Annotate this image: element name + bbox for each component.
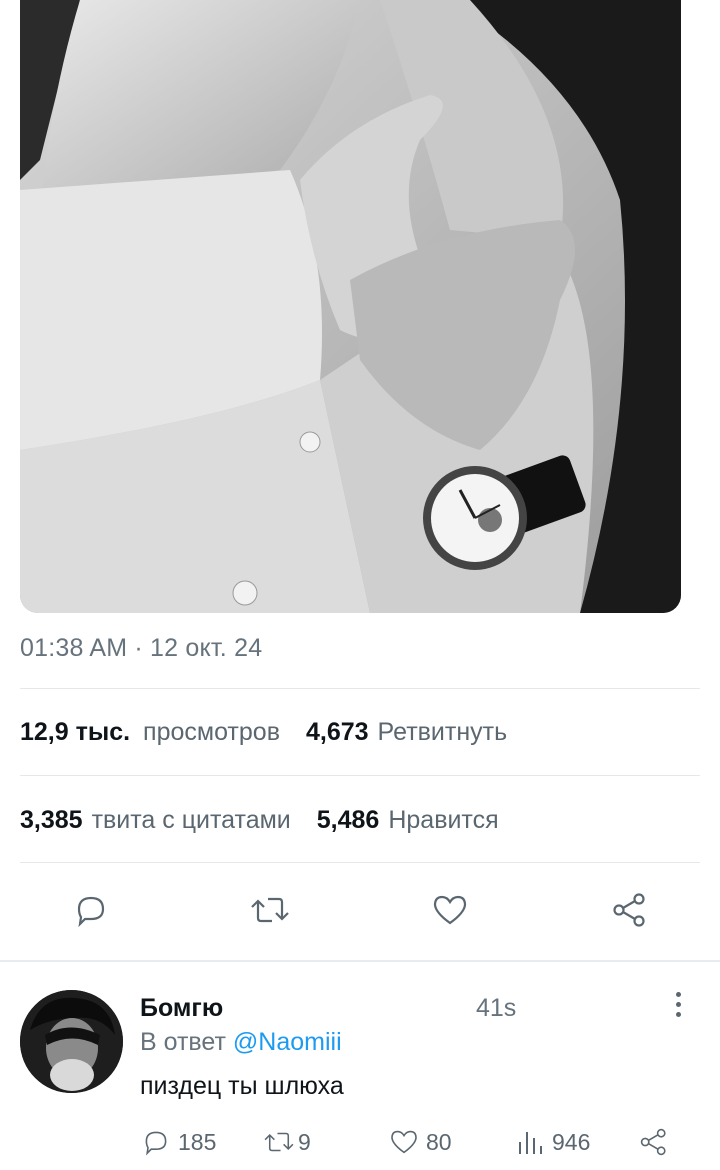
views-bar-chart-icon — [519, 1132, 542, 1154]
views-count[interactable]: 12,9 тыс. — [20, 718, 130, 747]
section-separator — [0, 960, 720, 962]
more-dot-icon — [675, 992, 681, 997]
views-label[interactable]: просмотров — [143, 718, 280, 747]
reply-text: пиздец ты шлюха — [140, 1072, 344, 1100]
quotes-count[interactable]: 3,385 — [20, 806, 83, 835]
reply-to-line: В ответ @Naomiii — [140, 1028, 342, 1057]
reply-button[interactable] — [69, 888, 113, 932]
retweet-count: 9 — [298, 1128, 311, 1155]
like-button[interactable] — [428, 888, 472, 932]
reply-username[interactable]: Бомгю — [140, 994, 223, 1023]
tweet-timestamp[interactable]: 01:38 AM · 12 окт. 24 — [20, 634, 262, 663]
reply-icon — [77, 896, 105, 928]
reply-like-button[interactable]: 80 — [388, 1122, 452, 1162]
heart-icon — [391, 1130, 417, 1154]
like-count: 80 — [426, 1128, 452, 1155]
retweet-icon — [251, 897, 289, 923]
tweet-photo[interactable] — [20, 0, 681, 613]
reply-reply-button[interactable]: 185 — [140, 1122, 216, 1162]
reply-views-button[interactable]: 946 — [516, 1122, 590, 1162]
reply-handle-link[interactable]: @Naomiii — [233, 1028, 342, 1056]
views-count-reply: 946 — [552, 1128, 591, 1155]
tweet-action-bar — [0, 888, 720, 936]
share-icon — [640, 1128, 666, 1156]
divider — [20, 775, 700, 776]
share-icon — [613, 893, 645, 927]
retweets-count[interactable]: 4,673 — [306, 718, 369, 747]
share-button[interactable] — [608, 888, 652, 932]
reply-icon — [145, 1131, 167, 1156]
likes-label[interactable]: Нравится — [388, 806, 498, 835]
reply-time[interactable]: 41s — [476, 994, 516, 1023]
reply-retweet-button[interactable]: 9 — [262, 1122, 311, 1162]
quotes-label[interactable]: твита с цитатами — [92, 806, 291, 835]
retweet-icon — [264, 1132, 294, 1152]
more-dot-icon — [675, 1002, 681, 1007]
heart-icon — [433, 895, 467, 925]
retweets-label[interactable]: Ретвитнуть — [378, 718, 508, 747]
avatar[interactable] — [20, 990, 123, 1093]
more-dot-icon — [675, 1012, 681, 1017]
photo-illustration — [20, 0, 681, 613]
divider — [20, 862, 700, 863]
stats-row-views-retweets: 12,9 тыс. просмотров 4,673 Ретвитнуть — [20, 718, 533, 747]
divider — [20, 688, 700, 689]
retweet-button[interactable] — [248, 888, 292, 932]
likes-count[interactable]: 5,486 — [317, 806, 380, 835]
reply-prefix: В ответ — [140, 1028, 226, 1056]
reply-count: 185 — [178, 1128, 217, 1155]
reply-action-bar: 185 9 80 946 — [0, 1122, 720, 1162]
reply-share-button[interactable] — [638, 1122, 670, 1162]
more-options-button[interactable] — [668, 992, 688, 1024]
stats-row-quotes-likes: 3,385 твита с цитатами 5,486 Нравится — [20, 806, 525, 835]
avatar-image — [20, 990, 123, 1093]
